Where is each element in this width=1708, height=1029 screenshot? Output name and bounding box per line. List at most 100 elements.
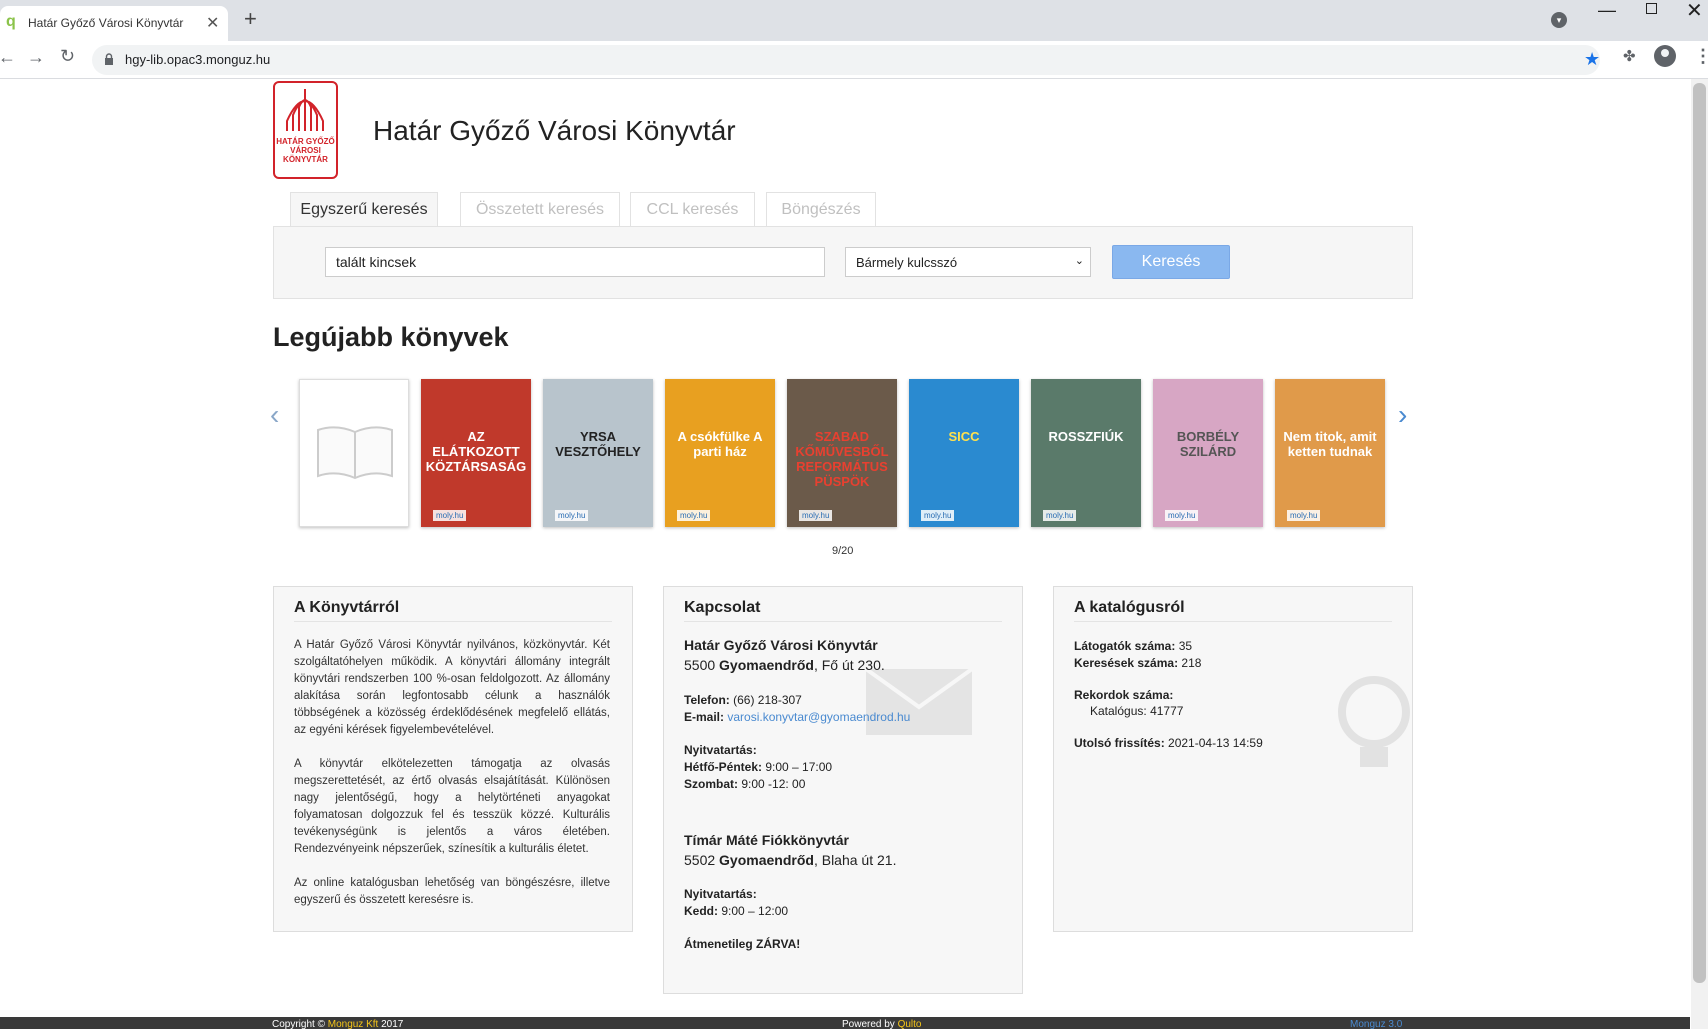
chevron-left-icon[interactable]: ‹ <box>270 399 279 431</box>
book-cover-title: SICC <box>948 429 980 444</box>
tab-ccl-search[interactable]: CCL keresés <box>630 192 755 226</box>
moly-badge: moly.hu <box>555 510 589 521</box>
envelope-icon <box>864 667 974 735</box>
last-update: Utolsó frissítés: 2021-04-13 14:59 <box>1074 736 1263 750</box>
main-library-address: 5500 Gyomaendrőd, Fő út 230. <box>684 657 885 673</box>
book-cover[interactable]: Nem titok, amit ketten tudnak moly.hu <box>1275 379 1385 527</box>
weekday-hours: Hétfő-Péntek: 9:00 – 17:00 <box>684 760 833 774</box>
about-text: A Határ Győző Városi Könyvtár nyilvános,… <box>294 637 610 926</box>
search-field-value: Bármely kulcsszó <box>856 255 958 270</box>
book-cover-title: A csókfülke A parti ház <box>677 429 763 459</box>
newest-books-heading: Legújabb könyvek <box>273 322 509 352</box>
book-cover-title: SZABAD KŐMŰVESBŐL REFORMÁTUS PÜSPÖK <box>795 429 889 489</box>
book-cover[interactable]: ROSSZFIÚK moly.hu <box>1031 379 1141 527</box>
about-title: A Könyvtárról <box>294 599 400 616</box>
book-cover-title: AZ ELÁTKOZOTT KÖZTÁRSASÁG <box>425 429 527 474</box>
chevron-down-icon: ⌄ <box>1074 255 1084 267</box>
about-paragraph: Az online katalógusban lehetőség van bön… <box>294 877 610 906</box>
book-cover[interactable]: SICC moly.hu <box>909 379 1019 527</box>
address-bar: ← → ↻ hgy-lib.opac3.monguz.hu ★ ✤ ⋮ <box>0 41 1708 79</box>
url-text: hgy-lib.opac3.monguz.hu <box>125 52 271 67</box>
book-cover-title: ROSSZFIÚK <box>1048 429 1124 444</box>
book-cover[interactable] <box>299 379 409 527</box>
book-cover[interactable]: AZ ELÁTKOZOTT KÖZTÁRSASÁG moly.hu <box>421 379 531 527</box>
footer-copyright: Copyright © Monguz Kft 2017 <box>272 1019 404 1029</box>
favicon-icon: q <box>6 13 16 30</box>
lock-icon <box>105 53 113 65</box>
records-label: Rekordok száma: <box>1074 688 1174 702</box>
book-cover-title: YRSA VESZTŐHELY <box>555 429 641 459</box>
browser-tab[interactable]: q Határ Győző Városi Könyvtár ✕ <box>0 6 228 41</box>
divider <box>684 621 1002 622</box>
close-icon[interactable]: ✕ <box>206 13 219 33</box>
maximize-icon[interactable] <box>1646 3 1657 14</box>
footer: Copyright © Monguz Kft 2017 Powered by Q… <box>0 1017 1690 1029</box>
footer-version: Monguz 3.0 <box>1350 1019 1403 1029</box>
kebab-menu-icon[interactable]: ⋮ <box>1694 46 1708 67</box>
divider <box>294 621 612 622</box>
book-cover-title: Nem titok, amit ketten tudnak <box>1283 429 1377 459</box>
catalog-panel: A katalógusról Látogatók száma: 35 Keres… <box>1053 586 1413 932</box>
visitors-count: Látogatók száma: 35 <box>1074 639 1193 653</box>
book-cover[interactable]: A csókfülke A parti ház moly.hu <box>665 379 775 527</box>
scrollbar-thumb[interactable] <box>1693 83 1706 983</box>
reload-icon[interactable]: ↻ <box>60 46 75 67</box>
book-cover[interactable]: SZABAD KŐMŰVESBŐL REFORMÁTUS PÜSPÖK moly.… <box>787 379 897 527</box>
email-line: E-mail: varosi.konyvtar@gyomaendrod.hu <box>684 710 911 724</box>
tab-title: Határ Győző Városi Könyvtár <box>28 16 184 30</box>
window-close-icon[interactable]: ✕ <box>1686 0 1703 23</box>
closed-notice: Átmenetileg ZÁRVA! <box>684 937 801 951</box>
book-cover[interactable]: BORBÉLY SZILÁRD moly.hu <box>1153 379 1263 527</box>
qulto-link[interactable]: Qulto <box>898 1019 922 1029</box>
scrollbar[interactable] <box>1691 79 1708 1029</box>
moly-badge: moly.hu <box>1165 510 1199 521</box>
book-cover[interactable]: YRSA VESZTŐHELY moly.hu <box>543 379 653 527</box>
open-book-icon <box>317 426 393 480</box>
url-input[interactable]: hgy-lib.opac3.monguz.hu ★ <box>92 45 1600 75</box>
plus-icon[interactable]: + <box>244 8 257 30</box>
catalog-title: A katalógusról <box>1074 599 1185 616</box>
moly-badge: moly.hu <box>799 510 833 521</box>
logo-text: HATÁR GYŐZŐ VÁROSI KÖNYVTÁR <box>276 137 335 164</box>
site-title: Határ Győző Városi Könyvtár <box>373 115 736 146</box>
search-button[interactable]: Keresés <box>1112 245 1230 279</box>
tab-search-icon[interactable]: ▾ <box>1551 12 1567 28</box>
branch-address: 5502 Gyomaendrőd, Blaha út 21. <box>684 852 897 868</box>
moly-badge: moly.hu <box>1287 510 1321 521</box>
email-link[interactable]: varosi.konyvtar@gyomaendrod.hu <box>727 710 910 724</box>
library-logo[interactable]: HATÁR GYŐZŐ VÁROSI KÖNYVTÁR <box>273 81 338 179</box>
puzzle-icon[interactable]: ✤ <box>1623 47 1636 65</box>
monguz-link[interactable]: Monguz Kft <box>328 1019 379 1029</box>
branch-hours-label: Nyitvatartás: <box>684 887 757 901</box>
search-input[interactable] <box>325 247 825 277</box>
moly-badge: moly.hu <box>433 510 467 521</box>
saturday-hours: Szombat: 9:00 -12: 00 <box>684 777 806 791</box>
branch-name: Tímár Máté Fiókkönyvtár <box>684 832 849 848</box>
account-icon[interactable] <box>1654 45 1676 67</box>
star-icon[interactable]: ★ <box>1584 49 1600 70</box>
tab-browse[interactable]: Böngészés <box>766 192 876 226</box>
forward-icon[interactable]: → <box>27 47 45 68</box>
divider <box>1074 621 1392 622</box>
minimize-icon[interactable]: — <box>1598 0 1616 21</box>
footer-powered: Powered by Qulto <box>842 1019 922 1029</box>
tab-advanced-search[interactable]: Összetett keresés <box>460 192 620 226</box>
contact-title: Kapcsolat <box>684 599 761 616</box>
about-panel: A Könyvtárról A Határ Győző Városi Könyv… <box>273 586 633 932</box>
catalog-count: Katalógus: 41777 <box>1090 704 1184 718</box>
tab-simple-search[interactable]: Egyszerű keresés <box>290 192 438 227</box>
book-cover-title: BORBÉLY SZILÁRD <box>1176 429 1240 459</box>
chevron-right-icon[interactable]: › <box>1398 399 1407 431</box>
searches-count: Keresések száma: 218 <box>1074 656 1202 670</box>
about-paragraph: A könyvtár elkötelezetten támogatja az o… <box>294 758 610 855</box>
search-panel: Bármely kulcsszó ⌄ Keresés <box>273 226 1413 299</box>
page: HATÁR GYŐZŐ VÁROSI KÖNYVTÁR Határ Győző … <box>0 79 1708 1029</box>
phone-line: Telefon: (66) 218-307 <box>684 693 802 707</box>
moly-badge: moly.hu <box>921 510 955 521</box>
carousel-counter: 9/20 <box>832 545 854 557</box>
tower-emblem-icon <box>286 89 324 131</box>
search-field-select[interactable]: Bármely kulcsszó ⌄ <box>845 247 1091 277</box>
about-paragraph: A Határ Győző Városi Könyvtár nyilvános,… <box>294 639 610 736</box>
moly-badge: moly.hu <box>1043 510 1077 521</box>
back-icon[interactable]: ← <box>0 47 16 68</box>
